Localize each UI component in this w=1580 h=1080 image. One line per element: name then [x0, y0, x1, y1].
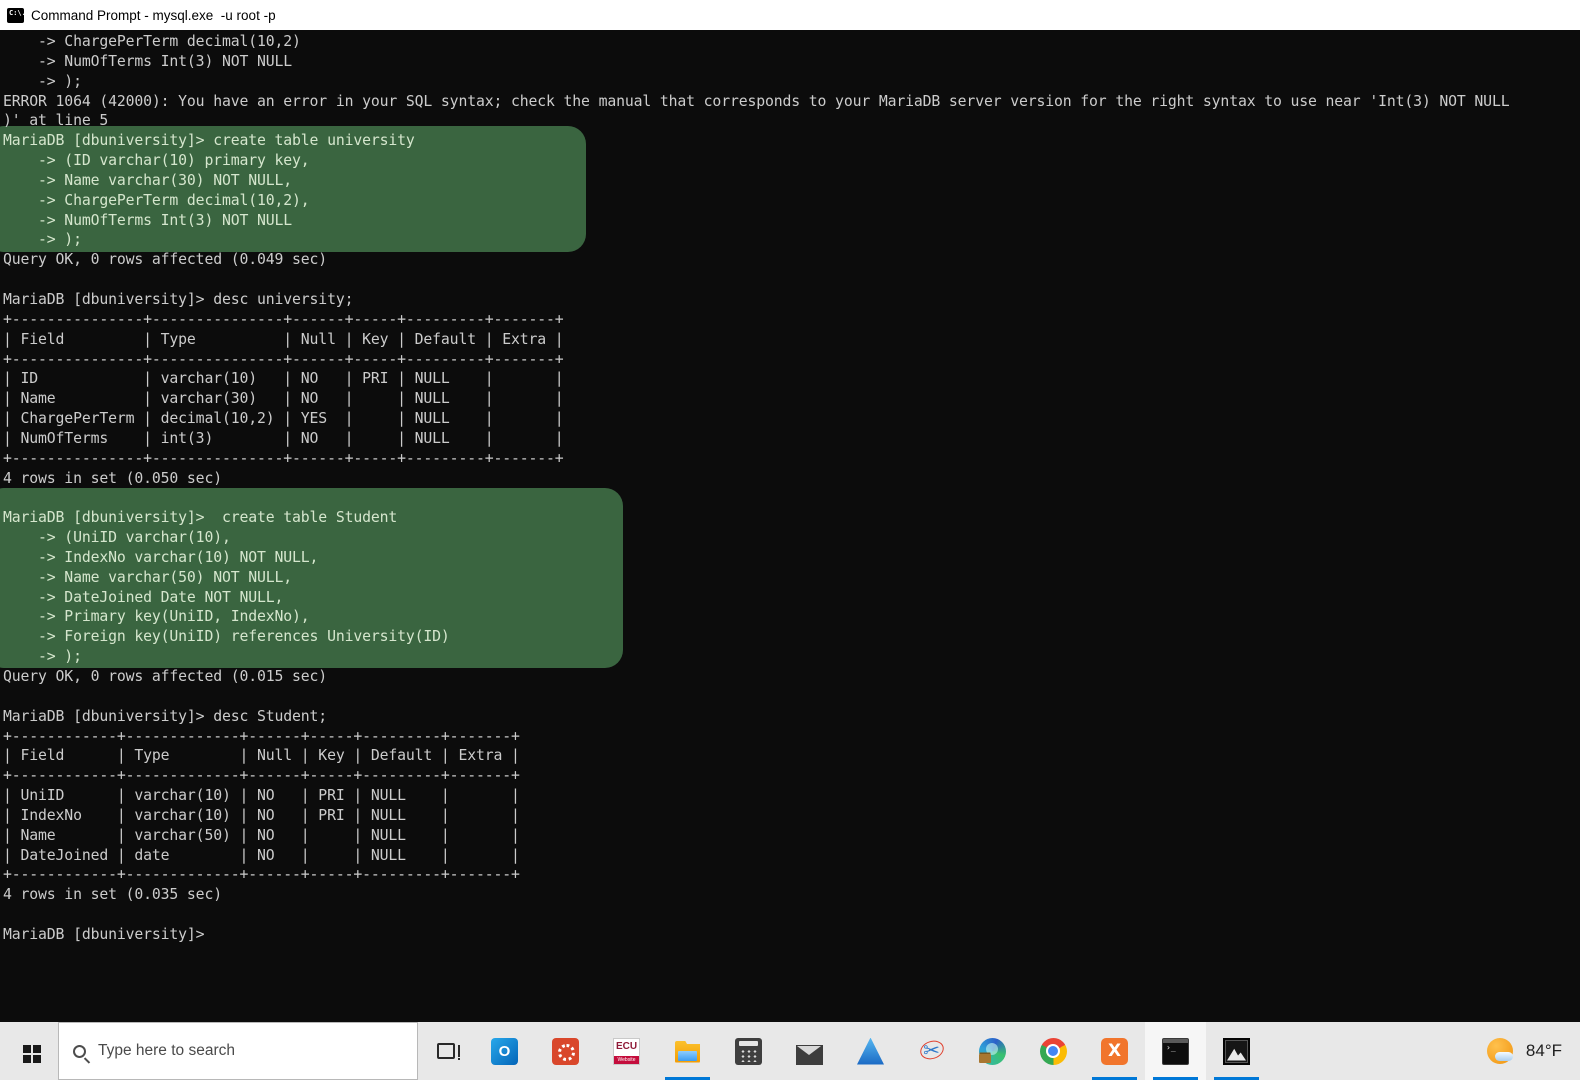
windows-logo-icon — [22, 1044, 31, 1053]
window-titlebar[interactable]: Command Prompt - mysql.exe -u root -p — [0, 0, 1580, 30]
terminal-line: -> (UniID varchar(10), — [3, 529, 231, 547]
terminal-line: -> ); — [3, 72, 82, 90]
terminal-line: -> ChargePerTerm decimal(10,2) — [3, 33, 301, 50]
terminal-body: -> ChargePerTerm decimal(10,2) -> NumOfT… — [0, 30, 1580, 945]
calculator-icon — [735, 1037, 762, 1065]
taskbar-app-explorer[interactable] — [657, 1022, 718, 1080]
taskbar-app-photos[interactable] — [1206, 1022, 1267, 1080]
terminal-line: -> ); — [3, 231, 82, 249]
terminal-line: MariaDB [dbuniversity]> create table Stu… — [3, 509, 398, 527]
taskbar-app-snip[interactable] — [901, 1022, 962, 1080]
terminal-line: -> ChargePerTerm decimal(10,2), — [3, 191, 310, 209]
canvas-icon — [552, 1037, 579, 1065]
terminal-line: | DateJoined | date | NO | | NULL | | — [3, 846, 520, 864]
terminal-line: -> NumOfTerms Int(3) NOT NULL — [3, 52, 293, 70]
terminal-line: | Field | Type | Null | Key | Default | … — [3, 330, 564, 348]
terminal-window[interactable]: -> ChargePerTerm decimal(10,2) -> NumOfT… — [0, 30, 1580, 1022]
photos-icon — [1223, 1037, 1250, 1065]
terminal-line: -> Primary key(UniID, IndexNo), — [3, 608, 310, 626]
chrome-icon — [1040, 1037, 1067, 1065]
taskbar-search[interactable] — [58, 1022, 418, 1080]
taskbar-app-outlook[interactable] — [474, 1022, 535, 1080]
terminal-line: | UniID | varchar(10) | NO | PRI | NULL … — [3, 787, 520, 805]
terminal-line: | ID | varchar(10) | NO | PRI | NULL | | — [3, 370, 564, 388]
desktop-screen: Command Prompt - mysql.exe -u root -p ->… — [0, 0, 1580, 1080]
task-view-button[interactable] — [418, 1022, 474, 1080]
terminal-line: )' at line 5 — [3, 112, 109, 130]
window-title: Command Prompt - mysql.exe -u root -p — [31, 7, 276, 23]
terminal-line: -> DateJoined Date NOT NULL, — [3, 588, 284, 606]
taskbar-app-cmd[interactable] — [1145, 1022, 1206, 1080]
terminal-line: +------------+-------------+------+-----… — [3, 866, 520, 884]
start-button[interactable] — [0, 1022, 58, 1080]
terminal-line: | NumOfTerms | int(3) | NO | | NULL | | — [3, 429, 564, 447]
explorer-icon — [674, 1038, 701, 1065]
search-input[interactable] — [98, 1042, 378, 1060]
cmd-icon — [1162, 1037, 1189, 1065]
snip-icon — [918, 1038, 945, 1065]
terminal-line: +---------------+---------------+------+… — [3, 350, 564, 368]
terminal-line: | IndexNo | varchar(10) | NO | PRI | NUL… — [3, 806, 520, 824]
ecu-icon — [613, 1037, 640, 1065]
taskbar-app-canvas[interactable] — [535, 1022, 596, 1080]
task-view-icon — [437, 1043, 460, 1060]
taskbar-app-azure[interactable] — [840, 1022, 901, 1080]
taskbar-app-edge[interactable] — [962, 1022, 1023, 1080]
terminal-line: +------------+-------------+------+-----… — [3, 767, 520, 785]
terminal-line: -> (ID varchar(10) primary key, — [3, 152, 310, 170]
terminal-line: 4 rows in set (0.035 sec) — [3, 886, 222, 904]
terminal-line: ERROR 1064 (42000): You have an error in… — [3, 92, 1510, 110]
terminal-line: MariaDB [dbuniversity]> create table uni… — [3, 132, 415, 150]
terminal-line: +---------------+---------------+------+… — [3, 310, 564, 328]
edge-icon — [979, 1037, 1006, 1065]
taskbar-app-chrome[interactable] — [1023, 1022, 1084, 1080]
sun-cloud-weather-icon — [1486, 1036, 1516, 1066]
command-prompt-icon — [7, 7, 26, 23]
taskbar-app-calculator[interactable] — [718, 1022, 779, 1080]
terminal-line: Query OK, 0 rows affected (0.015 sec) — [3, 668, 328, 685]
terminal-line: MariaDB [dbuniversity]> desc Student; — [3, 707, 328, 725]
taskbar-app-xampp[interactable] — [1084, 1022, 1145, 1080]
taskbar-app-ecu[interactable] — [596, 1022, 657, 1080]
search-icon — [73, 1044, 86, 1058]
taskbar-spacer — [1267, 1022, 1486, 1080]
terminal-line: +------------+-------------+------+-----… — [3, 727, 520, 745]
terminal-line: +---------------+---------------+------+… — [3, 449, 564, 467]
terminal-line: -> Name varchar(30) NOT NULL, — [3, 171, 293, 189]
terminal-line: -> NumOfTerms Int(3) NOT NULL — [3, 211, 293, 229]
terminal-line: -> IndexNo varchar(10) NOT NULL, — [3, 548, 319, 566]
terminal-line: 4 rows in set (0.050 sec) — [3, 469, 222, 487]
azure-icon — [857, 1037, 884, 1065]
terminal-line: MariaDB [dbuniversity]> desc university; — [3, 290, 354, 308]
terminal-line: -> Name varchar(50) NOT NULL, — [3, 568, 293, 586]
taskbar: 84°F — [0, 1022, 1580, 1080]
xampp-icon — [1101, 1037, 1128, 1065]
terminal-line: MariaDB [dbuniversity]> — [3, 925, 205, 943]
taskbar-app-mail[interactable] — [779, 1022, 840, 1080]
terminal-line: | ChargePerTerm | decimal(10,2) | YES | … — [3, 410, 564, 428]
terminal-line: | Field | Type | Null | Key | Default | … — [3, 747, 520, 765]
mail-icon — [796, 1045, 823, 1065]
weather-tray-button[interactable]: 84°F — [1486, 1022, 1580, 1080]
terminal-line: -> Foreign key(UniID) references Univers… — [3, 628, 450, 646]
outlook-icon — [491, 1037, 518, 1065]
terminal-line: Query OK, 0 rows affected (0.049 sec) — [3, 251, 328, 269]
terminal-line: -> ); — [3, 648, 82, 666]
terminal-line: | Name | varchar(30) | NO | | NULL | | — [3, 390, 564, 408]
taskbar-apps — [474, 1022, 1267, 1080]
terminal-line: | Name | varchar(50) | NO | | NULL | | — [3, 826, 520, 844]
temperature-label: 84°F — [1525, 1041, 1562, 1060]
